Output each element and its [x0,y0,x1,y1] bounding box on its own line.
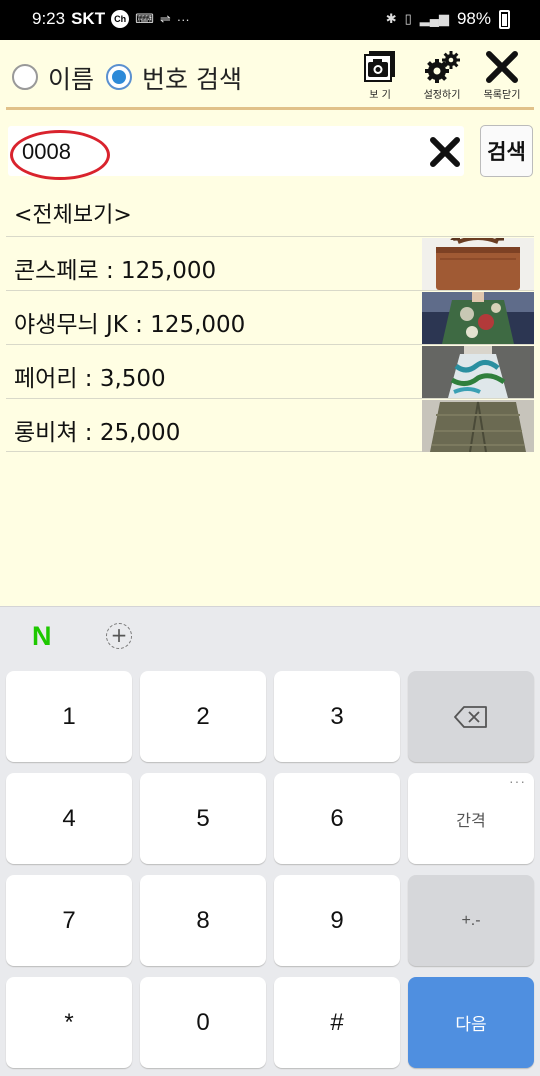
radio-number[interactable] [106,64,132,90]
status-carrier: SKT [71,9,106,28]
header-divider [6,107,534,110]
item-label: 콘스페로 : 125,000 [14,258,217,284]
item-label: 페어리 : 3,500 [14,366,166,392]
key-8[interactable]: 8 [140,875,266,966]
numeric-keyboard: N + 1 2 3 4 5 6 ··· 간격 7 8 9 +.- * 0 # 다… [0,606,540,1076]
list-item[interactable]: 롱비쳐 : 25,000 [6,398,534,452]
more-options-icon: ··· [509,773,526,789]
radio-name[interactable] [12,64,38,90]
skirt-thumbnail [422,346,534,398]
item-label: 롱비쳐 : 25,000 [14,420,181,446]
backspace-key[interactable] [408,671,534,762]
gear-icon [425,51,460,83]
more-notifications: ··· [176,11,190,27]
camera-icon [364,51,395,82]
keyboard-toolbar: N + [0,607,540,667]
key-star[interactable]: * [6,977,132,1068]
key-1[interactable]: 1 [6,671,132,762]
naver-logo[interactable]: N [32,621,52,652]
search-button[interactable]: 검색 [480,125,533,177]
item-label: 야생무늬 JK : 125,000 [14,312,246,338]
coat-thumbnail [422,400,534,452]
keyboard-icon: ⌨ [135,11,154,26]
jacket-thumbnail [422,292,534,344]
app-header: 이름 번호 검색 보 기 설정하기 목록닫기 [0,40,540,110]
key-0[interactable]: 0 [140,977,266,1068]
status-time: 9:23 [32,9,66,28]
close-list-button[interactable]: 목록닫기 [472,50,532,106]
key-9[interactable]: 9 [274,875,400,966]
close-icon [486,51,518,83]
usb-icon: ⇌ [159,11,171,26]
bag-thumbnail [422,238,534,290]
list-item[interactable]: 야생무늬 JK : 125,000 [6,290,534,344]
view-all-link[interactable]: <전체보기> [14,197,132,229]
space-key-label: 간격 [456,812,486,830]
view-button[interactable]: 보 기 [350,50,410,106]
close-list-label: 목록닫기 [483,90,521,101]
highlight-circle [10,130,110,180]
view-label: 보 기 [369,90,391,101]
product-list: 콘스페로 : 125,000 야생무늬 JK : 125,000 페어리 : 3… [6,236,534,452]
key-5[interactable]: 5 [140,773,266,864]
bluetooth-icon: ✱ [385,11,397,26]
add-icon[interactable]: + [106,623,132,649]
signal-icon: ▂▄▆ [419,11,449,26]
settings-button[interactable]: 설정하기 [412,50,472,106]
settings-label: 설정하기 [423,90,461,101]
space-key[interactable]: ··· 간격 [408,773,534,864]
kakao-channel-icon: Ch [111,10,130,28]
clear-x-icon [430,137,460,167]
battery-percent: 98% [456,9,491,28]
key-6[interactable]: 6 [274,773,400,864]
radio-number-label[interactable]: 번호 검색 [142,60,242,96]
clear-button[interactable] [425,134,465,170]
key-7[interactable]: 7 [6,875,132,966]
sign-key[interactable]: +.- [408,875,534,966]
key-3[interactable]: 3 [274,671,400,762]
status-bar: 9:23 SKT Ch ⌨ ⇌ ··· ✱ ▯ ▂▄▆ 98% [0,0,540,40]
list-item[interactable]: 페어리 : 3,500 [6,344,534,398]
key-2[interactable]: 2 [140,671,266,762]
backspace-icon [454,705,487,728]
next-key[interactable]: 다음 [408,977,534,1068]
key-hash[interactable]: # [274,977,400,1068]
list-item[interactable]: 콘스페로 : 125,000 [6,236,534,290]
key-4[interactable]: 4 [6,773,132,864]
vibrate-icon: ▯ [404,11,412,26]
battery-icon [499,9,510,29]
radio-name-label[interactable]: 이름 [48,60,94,96]
